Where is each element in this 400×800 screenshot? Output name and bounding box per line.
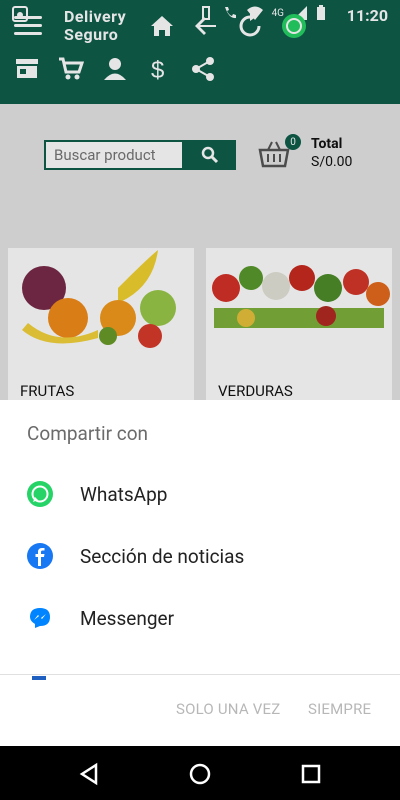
share-option-whatsapp[interactable]: WhatsApp [0, 466, 400, 522]
system-navigation-bar [0, 746, 400, 800]
scrim-overlay[interactable] [0, 0, 400, 400]
share-sheet: Compartir con WhatsApp Sección de notici… [0, 400, 400, 746]
facebook-icon [27, 543, 53, 569]
share-option-label: Sección de noticias [80, 544, 245, 568]
app-screen: 4G 11:20 Delivery Seguro $ Buscar produc… [0, 0, 400, 746]
whatsapp-icon [27, 481, 53, 507]
just-once-button[interactable]: SOLO UNA VEZ [176, 700, 280, 718]
partial-option-icon [32, 676, 46, 680]
back-icon[interactable] [76, 761, 102, 787]
sheet-divider [0, 674, 400, 675]
share-sheet-title: Compartir con [27, 422, 149, 445]
recents-icon[interactable] [298, 761, 324, 787]
home-button-icon[interactable] [187, 761, 213, 787]
share-option-label: Messenger [80, 606, 175, 630]
share-option-facebook[interactable]: Sección de noticias [0, 528, 400, 584]
share-option-label: WhatsApp [80, 482, 168, 506]
always-button[interactable]: SIEMPRE [308, 700, 371, 718]
share-option-messenger[interactable]: Messenger [0, 590, 400, 646]
messenger-icon [30, 608, 50, 628]
